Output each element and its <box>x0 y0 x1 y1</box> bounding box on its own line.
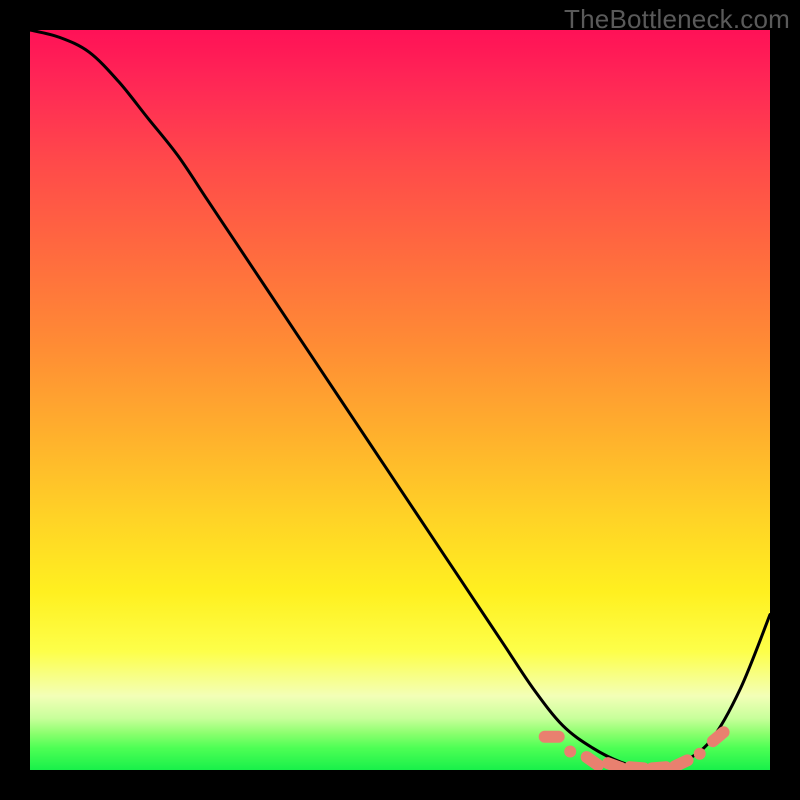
bottleneck-curve-svg <box>30 30 770 770</box>
plot-area <box>30 30 770 770</box>
curve-marker-dot <box>564 746 576 758</box>
curve-marker-lozenge <box>646 761 673 770</box>
curve-marker-dot <box>694 748 706 760</box>
curve-marker-lozenge <box>667 752 696 770</box>
chart-frame: TheBottleneck.com <box>0 0 800 800</box>
curve-marker-lozenge <box>539 731 565 743</box>
watermark-text: TheBottleneck.com <box>564 4 790 35</box>
bottleneck-curve-path <box>30 30 770 770</box>
